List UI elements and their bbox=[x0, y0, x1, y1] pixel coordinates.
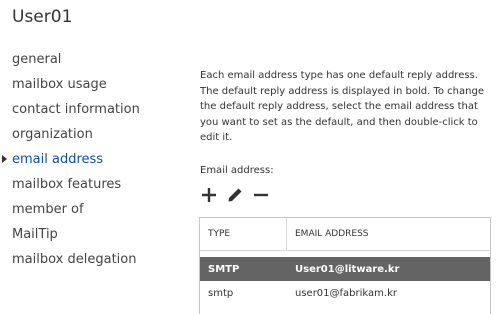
nav-item-organization[interactable]: organization bbox=[12, 125, 140, 150]
cell-email-address: User01@litware.kr bbox=[295, 263, 400, 275]
edit-button[interactable] bbox=[226, 186, 244, 204]
selected-arrow-icon bbox=[2, 155, 7, 163]
cell-type: smtp bbox=[208, 287, 234, 299]
nav-item-mailbox-usage[interactable]: mailbox usage bbox=[12, 75, 140, 100]
add-button[interactable] bbox=[200, 186, 218, 204]
email-address-label: Email address: bbox=[200, 165, 274, 176]
page-title: User01 bbox=[12, 7, 73, 27]
cell-type: SMTP bbox=[208, 263, 240, 275]
nav-item-contact-information[interactable]: contact information bbox=[12, 100, 140, 125]
table-header: TYPE EMAIL ADDRESS bbox=[200, 218, 490, 251]
email-toolbar bbox=[200, 186, 270, 204]
cell-email-address: user01@fabrikam.kr bbox=[295, 287, 397, 299]
nav-item-mailbox-delegation[interactable]: mailbox delegation bbox=[12, 250, 140, 275]
nav-item-member-of[interactable]: member of bbox=[12, 200, 140, 225]
table-row[interactable]: SMTP User01@litware.kr bbox=[200, 257, 490, 281]
description-text: Each email address type has one default … bbox=[200, 70, 484, 143]
nav-item-label: email address bbox=[12, 152, 104, 167]
email-address-table: TYPE EMAIL ADDRESS SMTP User01@litware.k… bbox=[199, 217, 491, 314]
plus-icon bbox=[202, 188, 216, 202]
column-header-type[interactable]: TYPE bbox=[200, 218, 287, 250]
nav-item-mailtip[interactable]: MailTip bbox=[12, 225, 140, 250]
remove-button[interactable] bbox=[252, 186, 270, 204]
nav-item-general[interactable]: general bbox=[12, 50, 140, 75]
minus-icon bbox=[254, 193, 268, 197]
sidebar-nav: general mailbox usage contact informatio… bbox=[2, 50, 140, 275]
column-header-email-address[interactable]: EMAIL ADDRESS bbox=[287, 218, 490, 250]
pencil-icon bbox=[228, 188, 242, 202]
nav-item-mailbox-features[interactable]: mailbox features bbox=[12, 175, 140, 200]
nav-item-email-address[interactable]: email address bbox=[2, 150, 140, 175]
table-row[interactable]: smtp user01@fabrikam.kr bbox=[200, 281, 490, 305]
